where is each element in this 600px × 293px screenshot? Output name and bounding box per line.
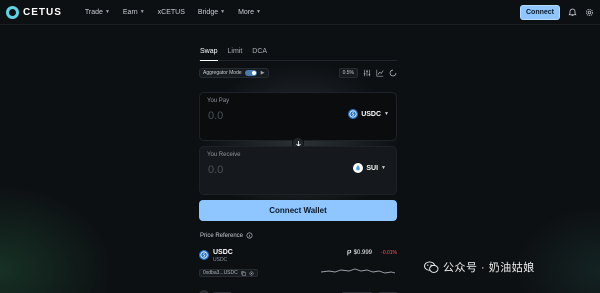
token-address: 0xdba3...USDC [203, 270, 238, 276]
nav-more[interactable]: More ▼ [238, 9, 261, 16]
aggregator-toggle[interactable] [244, 69, 257, 76]
nav-xcetus-label: xCETUS [157, 8, 185, 16]
tab-limit[interactable]: Limit [228, 48, 243, 61]
cetus-logo-icon [6, 5, 19, 19]
tab-dca[interactable]: DCA [252, 48, 267, 61]
refresh-icon[interactable] [388, 68, 397, 77]
usdc-token-icon: $ [199, 250, 209, 260]
settings-sliders-icon[interactable] [362, 68, 371, 77]
tab-swap[interactable]: Swap [200, 48, 218, 61]
price-row-change: -0.01% [381, 250, 397, 256]
pay-token-name: USDC [361, 110, 382, 118]
price-row-symbol: USDC [213, 249, 233, 256]
nav-trade-label: Trade [84, 8, 103, 16]
price-row-next[interactable] [199, 288, 397, 293]
price-sparkline [321, 268, 395, 274]
price-row-price-value: $0.999 [353, 250, 372, 256]
header-actions: Connect [520, 4, 594, 20]
chevron-down-icon: ▼ [104, 9, 110, 15]
receive-amount: 0.0 [208, 164, 224, 176]
nav-bridge-label: Bridge [197, 8, 219, 16]
nav-more-label: More [238, 8, 255, 16]
swap-tools: 0.5% [338, 67, 397, 78]
nav-earn[interactable]: Earn ▼ [123, 9, 145, 16]
nav-xcetus[interactable]: xCETUS [158, 9, 185, 16]
price-reference-label: Price Reference [200, 232, 244, 239]
pay-box: You Pay 0.0 $ USDC ▼ [199, 92, 397, 141]
pyth-icon [347, 250, 351, 256]
svg-text:$: $ [203, 253, 206, 259]
pay-token-selector[interactable]: $ USDC ▼ [348, 109, 389, 119]
watermark: 公众号 · 奶油姑娘 [424, 259, 535, 275]
price-row-usdc[interactable]: $ USDC USDC $0.999 -0.01% 0xdba3...USDC [199, 249, 397, 281]
price-row-price: $0.999 [346, 250, 372, 256]
connect-button[interactable]: Connect [520, 4, 560, 20]
slippage-button[interactable]: 0.5% [338, 67, 358, 78]
sui-token-icon [353, 163, 364, 173]
mode-row: Aggregator Mode ▶ 0.5% [199, 67, 397, 78]
nav-trade[interactable]: Trade ▼ [85, 9, 110, 16]
info-icon[interactable] [246, 232, 253, 239]
main-nav: Trade ▼ Earn ▼ xCETUS Bridge ▼ More ▼ [85, 9, 261, 16]
token-address-pill: 0xdba3...USDC [199, 269, 258, 277]
wechat-icon [424, 260, 439, 273]
watermark-text: 公众号 · 奶油姑娘 [443, 262, 535, 274]
top-navbar: CETUS Trade ▼ Earn ▼ xCETUS Bridge ▼ Mor… [0, 0, 600, 25]
nav-earn-label: Earn [122, 8, 138, 16]
brand-logo[interactable]: CETUS [6, 5, 62, 19]
receive-token-selector[interactable]: SUI ▼ [353, 163, 386, 173]
chevron-down-icon: ▼ [256, 9, 261, 15]
price-reference-title: Price Reference [200, 232, 253, 239]
aggregator-mode: Aggregator Mode ▶ [199, 67, 269, 78]
chevron-down-icon: ▼ [384, 111, 389, 117]
chevron-down-icon: ▼ [220, 9, 226, 15]
copy-icon[interactable] [241, 270, 246, 276]
aggregator-mode-label: Aggregator Mode [203, 69, 242, 76]
receive-label: You Receive [207, 152, 241, 158]
chevron-down-icon: ▼ [139, 9, 145, 15]
price-row-name: USDC [213, 257, 228, 263]
nav-bridge[interactable]: Bridge ▼ [198, 9, 225, 16]
bell-icon[interactable] [567, 7, 577, 17]
chevron-down-icon: ▼ [381, 165, 386, 171]
chevron-right-icon[interactable]: ▶ [261, 70, 265, 76]
external-link-icon[interactable] [249, 271, 254, 276]
pay-amount-input[interactable]: 0.0 [208, 110, 223, 122]
usdc-token-icon: $ [348, 109, 359, 119]
swap-panel: Swap Limit DCA Aggregator Mode ▶ 0.5% Yo… [199, 48, 397, 293]
pay-label: You Pay [207, 98, 230, 104]
brand-name: CETUS [23, 6, 62, 18]
connect-wallet-button[interactable]: Connect Wallet [199, 200, 397, 221]
svg-text:$: $ [352, 112, 355, 118]
receive-box: You Receive 0.0 SUI ▼ [199, 146, 397, 195]
gear-icon[interactable] [584, 7, 594, 17]
chart-icon[interactable] [375, 68, 384, 77]
receive-token-name: SUI [366, 164, 379, 172]
